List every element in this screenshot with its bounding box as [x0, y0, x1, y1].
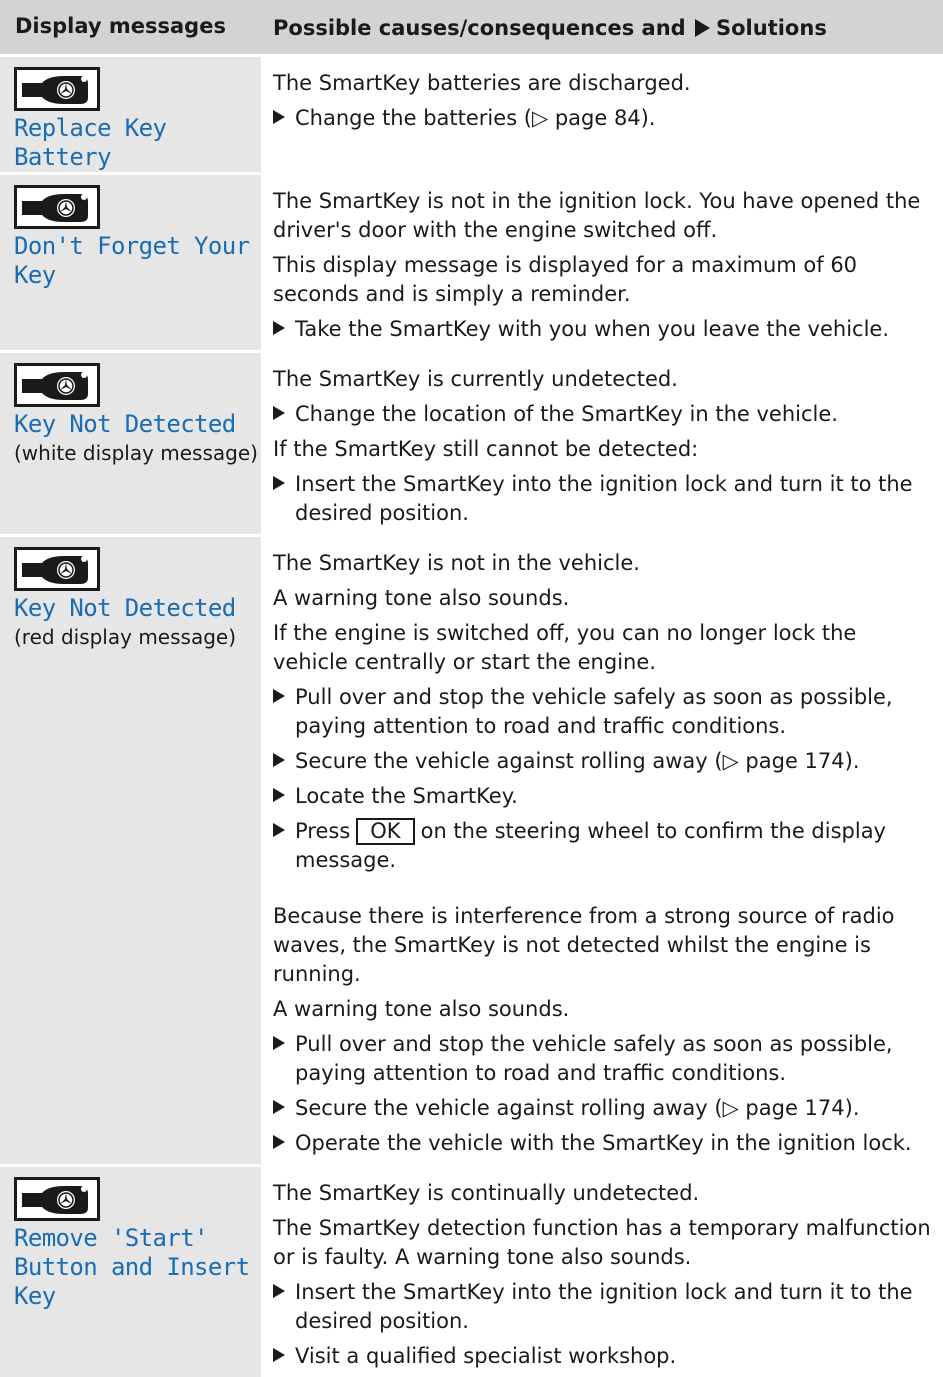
causes-solutions-cell: The SmartKey batteries are discharged. Ch… — [261, 57, 943, 172]
display-messages-table: Display messages Possible causes/consequ… — [0, 0, 943, 1377]
cause-text: The SmartKey is not in the ignition lock… — [273, 189, 921, 242]
solution-step-text: Pull over and stop the vehicle safely as… — [295, 685, 893, 738]
cause-text: The SmartKey is continually undetected. — [273, 1181, 700, 1205]
cause-text: The SmartKey detection function has a te… — [273, 1216, 931, 1269]
solution-step: Insert the SmartKey into the ignition lo… — [273, 1278, 935, 1336]
display-message-note: (white display message) — [14, 441, 258, 465]
table-header: Display messages Possible causes/consequ… — [0, 0, 943, 54]
solution-step-text: Visit a qualified specialist workshop. — [295, 1344, 677, 1368]
solution-step: Press OK on the steering wheel to confirm … — [273, 817, 935, 875]
table-row: Replace Key Battery The SmartKey batterie… — [0, 54, 943, 172]
cause-text: If the SmartKey still cannot be detected… — [273, 437, 699, 461]
solution-step-text: Change the batteries (▷ page 84). — [295, 106, 656, 130]
display-message-text: Key Not Detected — [14, 594, 236, 622]
smartkey-icon — [14, 547, 261, 591]
cause-text: The SmartKey is currently undetected. — [273, 367, 678, 391]
solution-step-text: Insert the SmartKey into the ignition lo… — [295, 472, 913, 525]
ok-button: OK — [356, 818, 415, 845]
display-message-cell: Remove 'Start' Button and Insert Key — [0, 1167, 261, 1377]
solution-step-text: Take the SmartKey with you when you leav… — [295, 317, 890, 341]
step-arrow-icon — [273, 683, 295, 741]
display-message-cell: Key Not Detected (red display message) — [0, 537, 261, 1164]
step-text-before: Press — [295, 819, 351, 843]
display-message-text: Don't Forget Your Key — [14, 232, 250, 289]
solution-step-text: Insert the SmartKey into the ignition lo… — [295, 1280, 913, 1333]
solution-step: Operate the vehicle with the SmartKey in… — [273, 1129, 943, 1158]
solution-step-text: Operate the vehicle with the SmartKey in… — [295, 1131, 912, 1155]
solution-step: Secure the vehicle against rolling away … — [273, 1094, 943, 1123]
step-arrow-icon — [273, 1278, 295, 1336]
cause-text: If the engine is switched off, you can n… — [273, 621, 857, 674]
header-causes-solutions: Possible causes/consequences and Solutio… — [261, 0, 943, 54]
table-row: Don't Forget Your Key The SmartKey is not… — [0, 172, 943, 350]
table-body: Replace Key Battery The SmartKey batterie… — [0, 54, 943, 1377]
solution-step: Pull over and stop the vehicle safely as… — [273, 683, 935, 741]
cause-text: Because there is interference from a str… — [273, 904, 895, 986]
solution-step-text: Change the location of the SmartKey in t… — [295, 402, 838, 426]
step-arrow-icon — [273, 400, 295, 429]
solution-step: Secure the vehicle against rolling away … — [273, 747, 935, 776]
cause-text: A warning tone also sounds. — [273, 997, 570, 1021]
solution-step: Change the batteries (▷ page 84). — [273, 104, 935, 133]
display-message-text: Replace Key Battery — [14, 114, 167, 171]
display-message-cell: Key Not Detected (white display message) — [0, 353, 261, 534]
step-arrow-icon — [273, 747, 295, 776]
solution-step: Pull over and stop the vehicle safely as… — [273, 1030, 943, 1088]
solution-arrow-icon — [695, 19, 710, 37]
causes-solutions-cell: The SmartKey is not in the vehicle. A war… — [261, 537, 943, 1164]
smartkey-icon — [14, 363, 261, 407]
step-arrow-icon — [273, 1342, 295, 1371]
solution-step: Insert the SmartKey into the ignition lo… — [273, 470, 935, 528]
smartkey-icon — [14, 1177, 261, 1221]
solution-step-text: Press OK on the steering wheel to confirm … — [295, 817, 935, 875]
header-solutions-text: Solutions — [716, 16, 827, 40]
cause-text: This display message is displayed for a … — [273, 253, 858, 306]
solution-step: Take the SmartKey with you when you leav… — [273, 315, 935, 344]
display-message-cell: Don't Forget Your Key — [0, 175, 261, 350]
causes-solutions-subcell: Because there is interference from a str… — [261, 885, 943, 1158]
step-arrow-icon — [273, 315, 295, 344]
cause-text: The SmartKey is not in the vehicle. — [273, 551, 640, 575]
smartkey-icon — [14, 185, 261, 229]
display-message-text: Key Not Detected — [14, 410, 236, 438]
solution-step: Visit a qualified specialist workshop. — [273, 1342, 935, 1371]
solution-step-text: Pull over and stop the vehicle safely as… — [295, 1032, 893, 1085]
step-arrow-icon — [273, 1129, 295, 1158]
causes-solutions-cell: The SmartKey is not in the ignition lock… — [261, 175, 943, 350]
step-arrow-icon — [273, 1094, 295, 1123]
solution-step: Locate the SmartKey. — [273, 782, 935, 811]
solution-step-text: Secure the vehicle against rolling away … — [295, 1096, 860, 1120]
table-row: Remove 'Start' Button and Insert Key The … — [0, 1164, 943, 1377]
display-message-text: Remove 'Start' Button and Insert Key — [14, 1224, 250, 1310]
cause-text: A warning tone also sounds. — [273, 586, 570, 610]
step-arrow-icon — [273, 104, 295, 133]
causes-solutions-cell: The SmartKey is continually undetected. T… — [261, 1167, 943, 1377]
header-causes-text: Possible causes/consequences and — [273, 16, 686, 40]
table-row: Key Not Detected (white display message) T… — [0, 350, 943, 534]
display-message-cell: Replace Key Battery — [0, 57, 261, 172]
solution-step-text: Secure the vehicle against rolling away … — [295, 749, 860, 773]
step-arrow-icon — [273, 1030, 295, 1088]
causes-solutions-cell: The SmartKey is currently undetected. Cha… — [261, 353, 943, 534]
step-arrow-icon — [273, 470, 295, 528]
header-display-messages: Display messages — [15, 14, 226, 38]
display-message-note: (red display message) — [14, 625, 237, 649]
solution-step-text: Locate the SmartKey. — [295, 784, 518, 808]
step-arrow-icon — [273, 782, 295, 811]
step-arrow-icon — [273, 817, 295, 875]
smartkey-icon — [14, 67, 261, 111]
cause-text: The SmartKey batteries are discharged. — [273, 71, 691, 95]
table-row: Key Not Detected (red display message) The… — [0, 534, 943, 1164]
solution-step: Change the location of the SmartKey in t… — [273, 400, 935, 429]
